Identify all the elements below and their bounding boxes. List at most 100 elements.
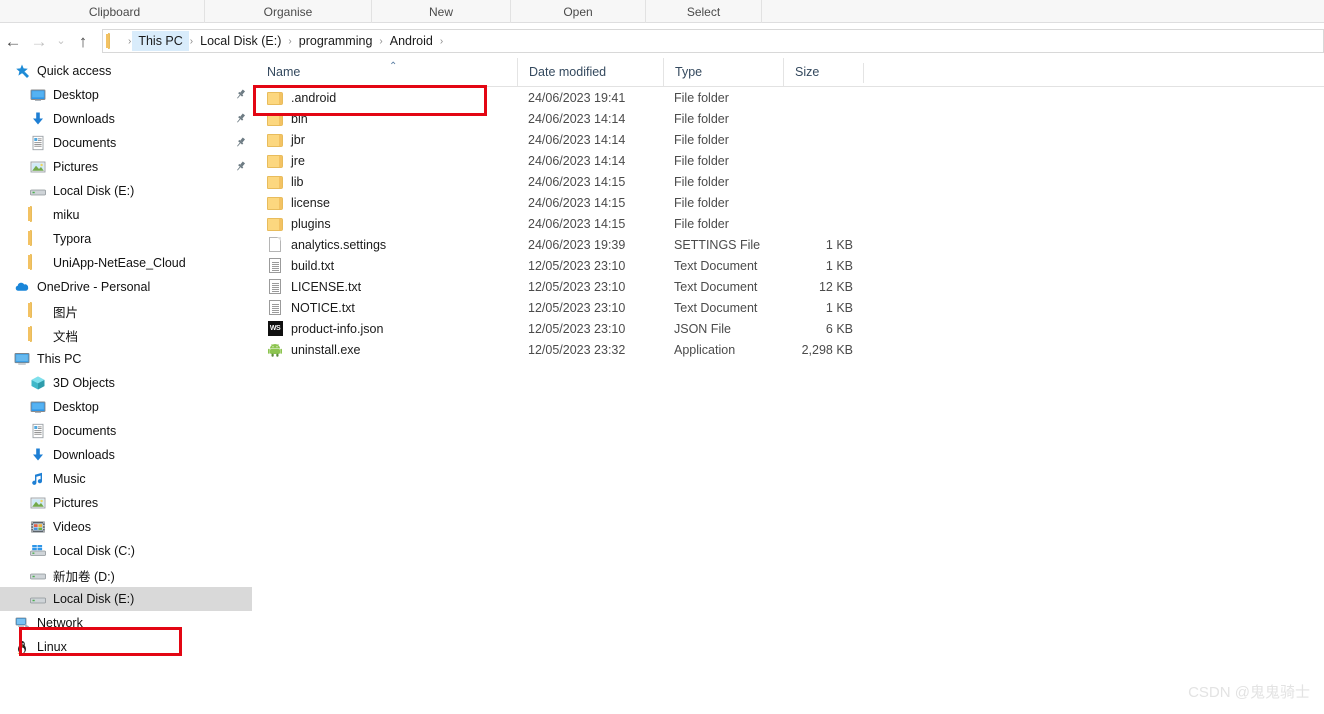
sidebar-item-linux[interactable]: Linux (0, 635, 252, 659)
file-name-cell[interactable]: .android (253, 90, 517, 106)
sidebar-item-local-disk-e[interactable]: Local Disk (E:) (0, 179, 252, 203)
file-row[interactable]: WS product-info.json 12/05/2023 23:10 JSON … (253, 318, 1324, 339)
sidebar-item-label: Local Disk (E:) (53, 184, 135, 198)
file-name-cell[interactable]: lib (253, 174, 517, 190)
column-header-name[interactable]: Name (253, 58, 517, 86)
sidebar-item-quick-access[interactable]: Quick access (0, 59, 252, 83)
sidebar-item-pictures[interactable]: Pictures (0, 155, 252, 179)
file-row[interactable]: plugins 24/06/2023 14:15 File folder (253, 213, 1324, 234)
file-row[interactable]: .android 24/06/2023 19:41 File folder (253, 87, 1324, 108)
pin-icon[interactable] (234, 160, 247, 173)
breadcrumb-item-android[interactable]: Android (384, 31, 439, 51)
pin-icon[interactable] (234, 88, 247, 101)
ribbon-group-label: Select (686, 4, 721, 19)
folder-icon (267, 153, 283, 169)
column-header-row[interactable]: Name Date modified Type Size ⌃ (253, 58, 1324, 87)
file-rows-container[interactable]: .android 24/06/2023 19:41 File folder bin 24… (253, 87, 1324, 360)
breadcrumb[interactable]: › This PC › Local Disk (E:) › programming › And… (102, 29, 1324, 53)
file-name-cell[interactable]: build.txt (253, 258, 517, 274)
sidebar-item-onedrive-personal[interactable]: OneDrive - Personal (0, 275, 252, 299)
navigation-pane[interactable]: Quick access Desktop Downloads Documents Pic… (0, 59, 252, 714)
file-name-cell[interactable]: uninstall.exe (253, 342, 517, 358)
file-type-cell: File folder (674, 90, 729, 105)
file-name-cell[interactable]: analytics.settings (253, 237, 517, 253)
file-row[interactable]: bin 24/06/2023 14:14 File folder (253, 108, 1324, 129)
pictures-icon (30, 159, 46, 175)
sidebar-item-label: Desktop (53, 400, 99, 414)
sidebar-item-图片[interactable]: 图片 (0, 299, 252, 323)
file-row[interactable]: NOTICE.txt 12/05/2023 23:10 Text Document 1… (253, 297, 1324, 318)
file-row[interactable]: LICENSE.txt 12/05/2023 23:10 Text Document… (253, 276, 1324, 297)
file-name-cell[interactable]: jre (253, 153, 517, 169)
sidebar-item-local-disk-e[interactable]: Local Disk (E:) (0, 587, 252, 611)
file-row[interactable]: lib 24/06/2023 14:15 File folder (253, 171, 1324, 192)
sidebar-item-desktop[interactable]: Desktop (0, 83, 252, 107)
file-name-cell[interactable]: NOTICE.txt (253, 300, 517, 316)
breadcrumb-separator-icon[interactable]: › (439, 36, 444, 47)
sidebar-item-miku[interactable]: miku (0, 203, 252, 227)
drive-icon (30, 567, 46, 583)
sidebar-item-desktop[interactable]: Desktop (0, 395, 252, 419)
sidebar-item-新加卷-d[interactable]: 新加卷 (D:) (0, 563, 252, 587)
pin-icon[interactable] (234, 136, 247, 149)
file-name-cell[interactable]: bin (253, 111, 517, 127)
folder-icon (267, 216, 283, 232)
sidebar-item-3d-objects[interactable]: 3D Objects (0, 371, 252, 395)
sidebar-item-local-disk-c[interactable]: Local Disk (C:) (0, 539, 252, 563)
sidebar-item-documents[interactable]: Documents (0, 419, 252, 443)
folder-icon (30, 326, 46, 343)
file-name-cell[interactable]: WS product-info.json (253, 321, 517, 337)
ribbon-group-clipboard[interactable]: Clipboard (25, 0, 205, 23)
ribbon-group-select[interactable]: Select (646, 0, 762, 23)
up-arrow-icon[interactable]: ↑ (70, 28, 96, 54)
sidebar-item-network[interactable]: Network (0, 611, 252, 635)
download-arrow-icon (30, 447, 46, 463)
sidebar-item-uniapp-netease-cloud[interactable]: UniApp-NetEase_Cloud (0, 251, 252, 275)
column-header-type[interactable]: Type (663, 58, 783, 86)
sidebar-item-pictures[interactable]: Pictures (0, 491, 252, 515)
column-divider[interactable] (863, 63, 864, 83)
back-arrow-icon[interactable]: ← (0, 28, 26, 54)
file-size-cell: 6 KB (825, 321, 853, 336)
sidebar-item-label: miku (53, 208, 80, 222)
file-row[interactable]: uninstall.exe 12/05/2023 23:32 Application… (253, 339, 1324, 360)
sidebar-item-downloads[interactable]: Downloads (0, 107, 252, 131)
sidebar-item-music[interactable]: Music (0, 467, 252, 491)
column-header-date-modified[interactable]: Date modified (517, 58, 663, 86)
sidebar-item-文档[interactable]: 文档 (0, 323, 252, 347)
3d-objects-icon (30, 375, 46, 391)
file-date-cell: 24/06/2023 14:15 (528, 195, 626, 210)
file-name-cell[interactable]: LICENSE.txt (253, 279, 517, 295)
chevron-down-icon[interactable]: ⌄ (52, 28, 70, 54)
ribbon-group-new[interactable]: New (372, 0, 511, 23)
file-row[interactable]: jre 24/06/2023 14:14 File folder (253, 150, 1324, 171)
file-row[interactable]: jbr 24/06/2023 14:14 File folder (253, 129, 1324, 150)
file-name-cell[interactable]: jbr (253, 132, 517, 148)
windows-drive-icon (30, 543, 46, 559)
file-name-cell[interactable]: plugins (253, 216, 517, 232)
documents-icon (30, 135, 46, 151)
sidebar-item-label: Videos (53, 520, 91, 534)
column-header-size[interactable]: Size (783, 58, 863, 86)
sidebar-item-downloads[interactable]: Downloads (0, 443, 252, 467)
sidebar-item-documents[interactable]: Documents (0, 131, 252, 155)
sidebar-item-typora[interactable]: Typora (0, 227, 252, 251)
forward-arrow-icon[interactable]: → (26, 28, 52, 54)
ribbon-group-organise[interactable]: Organise (205, 0, 372, 23)
breadcrumb-item-local-disk-e[interactable]: Local Disk (E:) (194, 31, 287, 51)
sidebar-item-this-pc[interactable]: This PC (0, 347, 252, 371)
file-row[interactable]: build.txt 12/05/2023 23:10 Text Document 1 … (253, 255, 1324, 276)
watermark-text: CSDN @鬼鬼骑士 (1188, 684, 1310, 701)
file-row[interactable]: analytics.settings 24/06/2023 19:39 SETTIN… (253, 234, 1324, 255)
ribbon-group-open[interactable]: Open (511, 0, 646, 23)
breadcrumb-item-programming[interactable]: programming (293, 31, 379, 51)
sidebar-item-videos[interactable]: Videos (0, 515, 252, 539)
file-name-cell[interactable]: license (253, 195, 517, 211)
ribbon-group-label: Open (563, 4, 593, 19)
file-type-cell: Application (674, 342, 736, 357)
file-row[interactable]: license 24/06/2023 14:15 File folder (253, 192, 1324, 213)
pin-icon[interactable] (234, 112, 247, 125)
breadcrumb-item-this-pc[interactable]: This PC (132, 31, 189, 51)
file-list-pane[interactable]: Name Date modified Type Size ⌃ .android 24/06… (253, 58, 1324, 714)
file-date-cell: 24/06/2023 14:14 (528, 111, 626, 126)
